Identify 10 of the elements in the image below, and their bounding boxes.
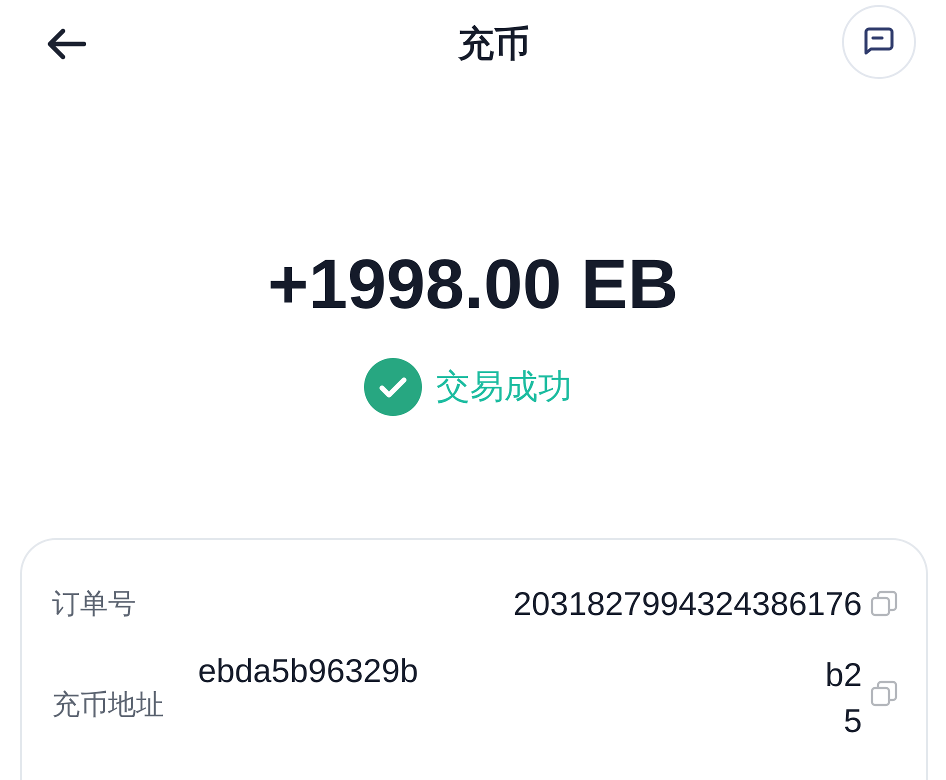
- page-title: 充币: [458, 22, 530, 66]
- order-number: 2031827994324386176: [512, 585, 862, 623]
- detail-label: 充币地址: [52, 687, 165, 723]
- address-text: 5: [844, 701, 862, 741]
- status-text: 交易成功: [436, 366, 572, 409]
- back-icon[interactable]: [46, 28, 86, 60]
- address-text: ebda5b96329b: [198, 652, 418, 690]
- amount-text: +1998.00 EB: [266, 244, 680, 324]
- detail-label: 订单号: [52, 586, 137, 622]
- address-text: b2: [825, 655, 862, 695]
